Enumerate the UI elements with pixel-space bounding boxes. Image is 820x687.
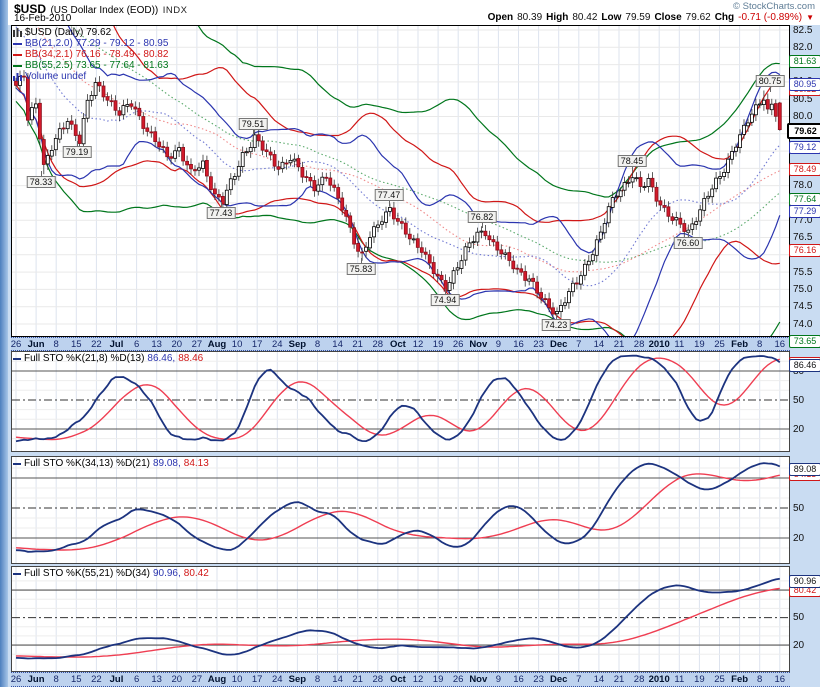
high-value: 80.42 bbox=[572, 12, 597, 23]
price-annotation: 78.45 bbox=[618, 155, 647, 167]
open-label: Open bbox=[488, 12, 514, 23]
price-annotation: 76.82 bbox=[468, 211, 497, 223]
stoch-axis-label: 20 bbox=[793, 424, 804, 435]
price-badge: 73.65 bbox=[789, 335, 820, 348]
chg-value: -0.71 (-0.89%) bbox=[738, 12, 802, 23]
price-badge: 78.49 bbox=[789, 163, 820, 176]
price-annotation: 79.19 bbox=[63, 146, 92, 158]
stoch-panel-1-svg bbox=[11, 351, 790, 452]
chart-header: $USD (US Dollar Index (EOD)) INDX © Stoc… bbox=[8, 0, 820, 25]
symbol-exchange: INDX bbox=[163, 5, 188, 16]
high-label: High bbox=[546, 12, 568, 23]
stoch-axis-label: 50 bbox=[793, 503, 804, 514]
stoch-axis-label: 50 bbox=[793, 395, 804, 406]
annotation-stem bbox=[253, 130, 254, 135]
annotation-stem bbox=[770, 87, 771, 92]
legend-bb55: BB(55,2.5) 73.65 - 77.64 - 81.63 bbox=[13, 60, 168, 71]
date-axis-2: 26Jun81522Jul6132027Aug101724Sep8142128O… bbox=[11, 672, 790, 687]
bb34-line-icon bbox=[13, 54, 22, 56]
price-axis-label: 82.0 bbox=[793, 42, 812, 53]
bb21-line-icon bbox=[13, 43, 22, 45]
legend-volume: Volume undef bbox=[13, 71, 86, 82]
chart-type-icon bbox=[13, 28, 22, 37]
close-value: 79.62 bbox=[686, 12, 711, 23]
price-axis-label: 82.5 bbox=[793, 25, 812, 36]
price-annotation: 76.60 bbox=[674, 237, 703, 249]
low-label: Low bbox=[601, 12, 621, 23]
price-annotation: 74.94 bbox=[431, 294, 460, 306]
legend-bb21: BB(21,2.0) 77.29 - 79.12 - 80.95 bbox=[13, 38, 168, 49]
price-chart-svg bbox=[11, 25, 790, 337]
stoch-panel-2-svg bbox=[11, 456, 790, 564]
low-value: 79.59 bbox=[625, 12, 650, 23]
main-legend-title: $USD (Daily) 79.62 bbox=[13, 27, 111, 38]
price-badge: 81.63 bbox=[789, 55, 820, 68]
price-badge: 80.95 bbox=[789, 78, 820, 91]
k-line-icon bbox=[13, 463, 21, 465]
price-axis-label: 74.5 bbox=[793, 301, 812, 312]
k-line-icon bbox=[13, 573, 21, 575]
stoch3-legend: Full STO %K(55,21) %D(34) 90.96, 80.42 bbox=[13, 568, 209, 579]
annotation-stem bbox=[389, 201, 390, 206]
price-annotation: 80.75 bbox=[756, 75, 785, 87]
price-badge: 77.64 bbox=[789, 193, 820, 206]
bb55-line-icon bbox=[13, 65, 22, 67]
stoch-badge: 89.08 bbox=[789, 463, 820, 476]
date-axis-1: 26Jun81522Jul6132027Aug101724Sep8142128O… bbox=[11, 337, 790, 351]
volume-bars-icon bbox=[13, 72, 22, 81]
stoch-axis-label: 20 bbox=[793, 533, 804, 544]
price-annotation: 78.33 bbox=[27, 176, 56, 188]
down-triangle-icon: ▼ bbox=[806, 13, 814, 22]
price-axis-label: 78.0 bbox=[793, 180, 812, 191]
stoch2-legend: Full STO %K(34,13) %D(21) 89.08, 84.13 bbox=[13, 458, 209, 469]
quote-row: Open 80.39 High 80.42 Low 79.59 Close 79… bbox=[488, 12, 814, 23]
stoch-panel-3-svg bbox=[11, 566, 790, 672]
stockcharts-chart-page: $USD (US Dollar Index (EOD)) INDX © Stoc… bbox=[0, 0, 820, 687]
close-label: Close bbox=[654, 12, 681, 23]
price-axis-label: 74.0 bbox=[793, 319, 812, 330]
price-annotation: 77.43 bbox=[207, 207, 236, 219]
copyright: © StockCharts.com bbox=[733, 1, 815, 12]
stoch-badge: 90.96 bbox=[789, 575, 820, 588]
price-badge: 79.62 bbox=[787, 123, 820, 139]
price-badge: 76.16 bbox=[789, 244, 820, 257]
title-row: $USD (US Dollar Index (EOD)) INDX bbox=[14, 0, 187, 13]
stoch1-legend: Full STO %K(21,8) %D(13) 86.46, 88.46 bbox=[13, 353, 203, 364]
legend-bb34: BB(34,2.1) 76.16 - 78.49 - 80.82 bbox=[13, 49, 168, 60]
price-axis-label: 80.0 bbox=[793, 111, 812, 122]
price-axis-label: 76.5 bbox=[793, 232, 812, 243]
price-badge: 77.29 bbox=[789, 205, 820, 218]
annotation-stem bbox=[482, 223, 483, 228]
stoch-badge: 86.46 bbox=[789, 359, 820, 372]
annotation-stem bbox=[632, 167, 633, 172]
k-line-icon bbox=[13, 358, 21, 360]
price-badge: 79.12 bbox=[789, 141, 820, 154]
price-axis-label: 75.0 bbox=[793, 284, 812, 295]
chg-label: Chg bbox=[715, 12, 734, 23]
stoch-axis-label: 20 bbox=[793, 640, 804, 651]
price-annotation: 75.83 bbox=[347, 263, 376, 275]
stoch-axis-label: 50 bbox=[793, 612, 804, 623]
price-annotation: 79.51 bbox=[239, 118, 268, 130]
price-annotation: 77.47 bbox=[375, 189, 404, 201]
price-axis-label: 75.5 bbox=[793, 267, 812, 278]
price-annotation: 74.23 bbox=[542, 319, 571, 331]
open-value: 80.39 bbox=[517, 12, 542, 23]
chart-date: 16-Feb-2010 bbox=[14, 13, 71, 24]
date-label: 16 bbox=[767, 674, 793, 686]
